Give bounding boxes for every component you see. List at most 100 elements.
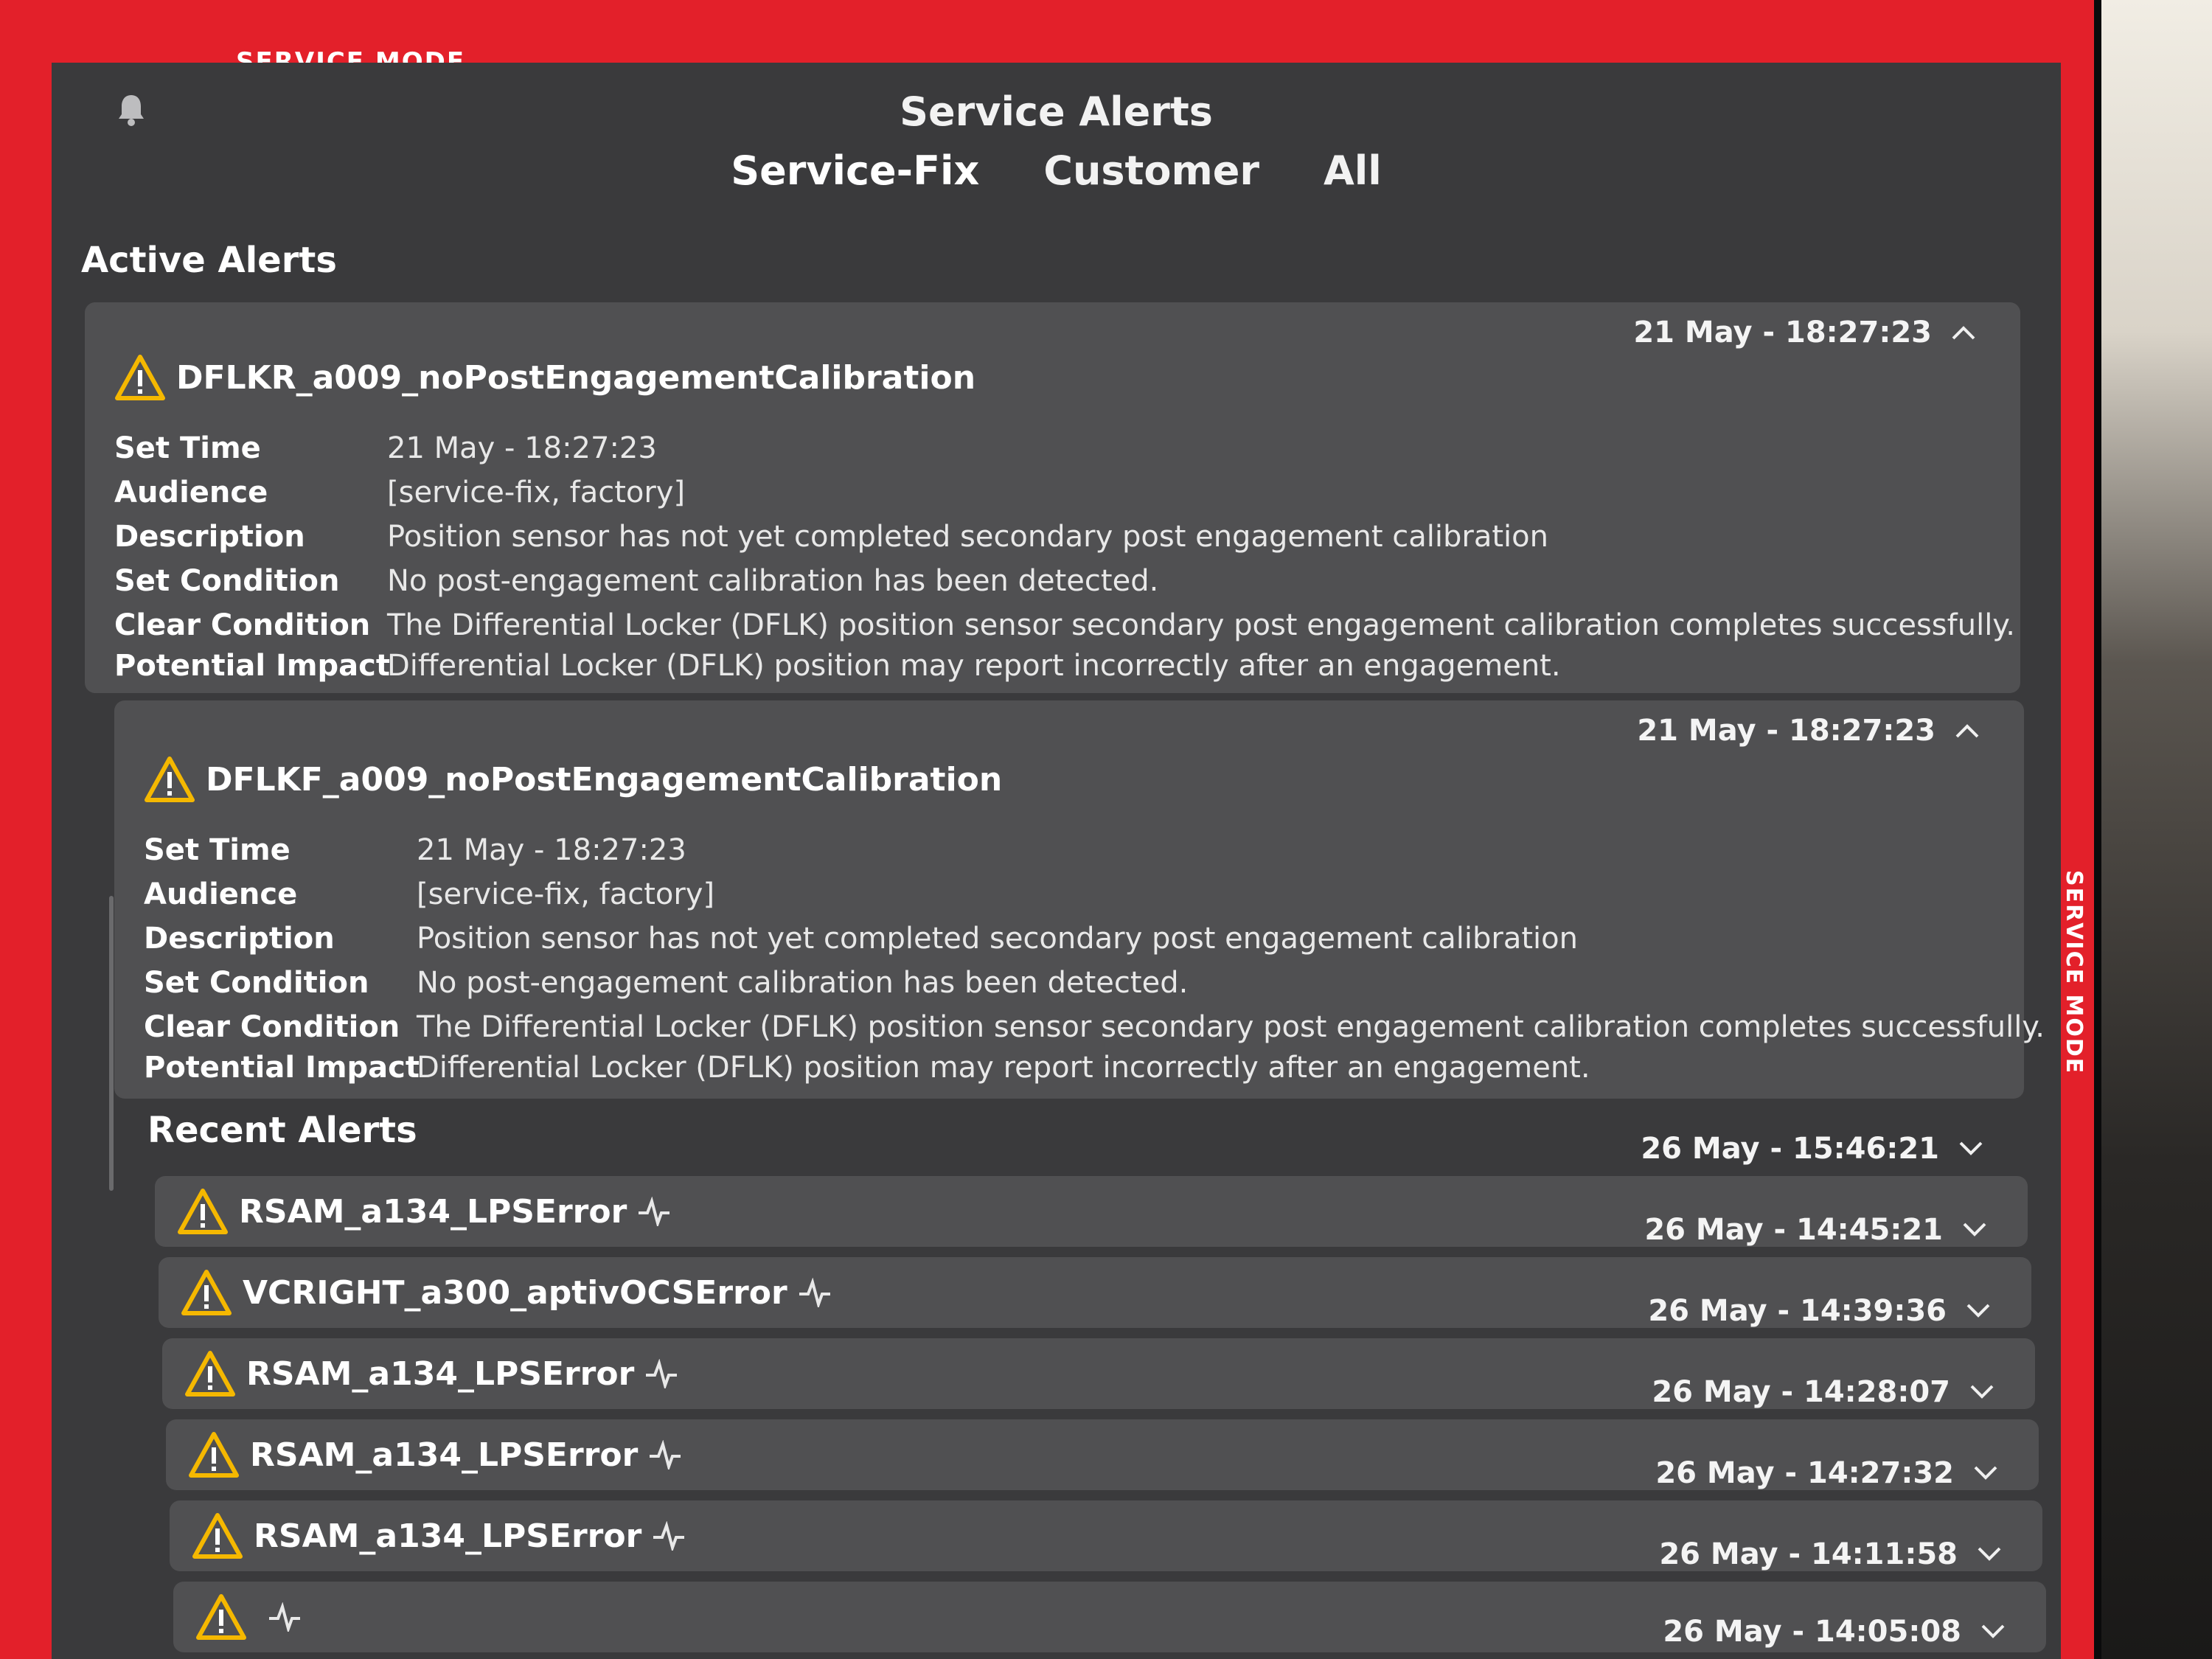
field-value: [service-fix, factory] xyxy=(417,877,715,911)
field-key: Clear Condition xyxy=(144,1010,400,1044)
warning-icon xyxy=(192,1513,243,1559)
recent-alert-timestamp-row: 26 May - 14:28:07 xyxy=(1652,1375,1994,1409)
pulse-icon xyxy=(646,1359,678,1388)
scrollbar[interactable] xyxy=(109,896,114,1191)
field-key: Clear Condition xyxy=(114,608,371,642)
chevron-down-icon[interactable] xyxy=(1973,1465,1998,1481)
alert-field-row: Clear Condition The Differential Locker (… xyxy=(144,1010,2045,1044)
recent-alert-title: RSAM_a134_LPSError xyxy=(184,1350,678,1397)
recent-alert-title: VCRIGHT_a300_aptivOCSError xyxy=(181,1269,832,1316)
page-title: Service Alerts xyxy=(900,88,1213,135)
chevron-down-icon[interactable] xyxy=(1977,1546,2002,1562)
alert-timestamp: 26 May - 14:27:32 xyxy=(1655,1456,1954,1490)
alert-field-row: Description Position sensor has not yet c… xyxy=(144,922,1578,956)
active-alerts-heading: Active Alerts xyxy=(81,240,337,281)
warning-icon xyxy=(181,1270,232,1315)
field-value: Position sensor has not yet completed se… xyxy=(417,922,1578,956)
field-value: 21 May - 18:27:23 xyxy=(417,833,686,867)
chevron-up-icon[interactable] xyxy=(1955,723,1980,739)
alert-timestamp: 26 May - 15:46:21 xyxy=(1641,1132,1939,1166)
alert-timestamp-row: 21 May - 18:27:23 xyxy=(1633,316,1976,349)
chevron-up-icon[interactable] xyxy=(1951,324,1976,341)
active-alert-card[interactable]: 21 May - 18:27:23 DFLKR_a009_noPostEngag… xyxy=(85,302,2020,693)
alert-timestamp: 26 May - 14:11:58 xyxy=(1659,1537,1958,1571)
tab-customer[interactable]: Customer xyxy=(1039,147,1264,194)
field-value: The Differential Locker (DFLK) position … xyxy=(417,1010,2045,1044)
warning-icon xyxy=(115,355,165,400)
alert-timestamp: 26 May - 14:28:07 xyxy=(1652,1375,1950,1409)
field-value: [service-fix, factory] xyxy=(387,476,686,509)
warning-icon xyxy=(185,1351,235,1397)
field-key: Set Condition xyxy=(114,564,340,598)
field-value: 21 May - 18:27:23 xyxy=(387,431,657,465)
service-mode-frame: SERVICE MODE SERVICE MODE Service Alerts… xyxy=(0,0,2094,1659)
pulse-icon xyxy=(650,1440,681,1470)
alert-timestamp-row: 21 May - 18:27:23 xyxy=(1637,714,1980,748)
field-key: Audience xyxy=(114,476,268,509)
field-key: Set Condition xyxy=(144,966,369,1000)
warning-icon xyxy=(196,1594,246,1640)
tab-all[interactable]: All xyxy=(1319,147,1386,194)
alert-field-row: Audience [service-fix, factory] xyxy=(144,877,714,911)
field-key: Potential Impact xyxy=(114,649,391,683)
alert-field-row: Audience [service-fix, factory] xyxy=(114,476,685,509)
warning-icon xyxy=(178,1189,228,1234)
recent-alert-title xyxy=(195,1593,302,1641)
alert-timestamp: 26 May - 14:39:36 xyxy=(1648,1294,1947,1328)
alert-field-row: Set Time 21 May - 18:27:23 xyxy=(114,431,657,465)
alert-field-row: Description Position sensor has not yet c… xyxy=(114,520,1548,554)
alert-name: RSAM_a134_LPSError xyxy=(246,1354,635,1393)
field-key: Description xyxy=(114,520,305,554)
recent-alert-title: RSAM_a134_LPSError xyxy=(188,1431,682,1478)
recent-alert-timestamp-row: 26 May - 14:45:21 xyxy=(1644,1213,1987,1247)
alert-name: DFLKF_a009_noPostEngagementCalibration xyxy=(206,760,1003,799)
field-key: Audience xyxy=(144,877,298,911)
alert-field-row: Clear Condition The Differential Locker (… xyxy=(114,608,2015,642)
filter-tabs: Service-Fix Customer All xyxy=(52,147,2061,194)
recent-alert-timestamp-row: 26 May - 14:05:08 xyxy=(1663,1615,2006,1649)
chevron-down-icon[interactable] xyxy=(1958,1141,1983,1157)
alert-name: RSAM_a134_LPSError xyxy=(239,1192,627,1231)
alert-field-row: Set Condition No post-engagement calibrat… xyxy=(144,966,1188,1000)
alert-timestamp: 26 May - 14:45:21 xyxy=(1644,1213,1943,1247)
alert-timestamp: 21 May - 18:27:23 xyxy=(1633,316,1932,349)
field-key: Set Time xyxy=(144,833,291,867)
chevron-down-icon[interactable] xyxy=(1966,1303,1991,1319)
pulse-icon xyxy=(639,1197,670,1226)
recent-alert-timestamp-row: 26 May - 14:39:36 xyxy=(1648,1294,1991,1328)
field-key: Potential Impact xyxy=(144,1051,420,1085)
alert-name: RSAM_a134_LPSError xyxy=(250,1436,639,1474)
alert-title: DFLKF_a009_noPostEngagementCalibration xyxy=(144,756,1002,803)
field-value: Differential Locker (DFLK) position may … xyxy=(387,649,1561,683)
recent-alert-timestamp-row: 26 May - 14:11:58 xyxy=(1659,1537,2002,1571)
background-environment xyxy=(2101,0,2212,1659)
pulse-icon xyxy=(799,1278,830,1307)
alert-name: RSAM_a134_LPSError xyxy=(254,1517,642,1555)
recent-alert-title: RSAM_a134_LPSError xyxy=(177,1188,671,1235)
pulse-icon xyxy=(269,1602,300,1632)
chevron-down-icon[interactable] xyxy=(1980,1624,2006,1640)
field-value: No post-engagement calibration has been … xyxy=(417,966,1189,1000)
field-key: Description xyxy=(144,922,335,956)
pulse-icon xyxy=(653,1521,685,1551)
alert-name: DFLKR_a009_noPostEngagementCalibration xyxy=(176,358,976,397)
warning-icon xyxy=(189,1432,239,1478)
alert-field-row: Potential Impact Differential Locker (DFL… xyxy=(114,649,1561,683)
tab-service-fix[interactable]: Service-Fix xyxy=(726,147,984,194)
alert-timestamp: 26 May - 14:05:08 xyxy=(1663,1615,1961,1649)
recent-alert-title: RSAM_a134_LPSError xyxy=(192,1512,686,1559)
field-value: Position sensor has not yet completed se… xyxy=(387,520,1548,554)
recent-alerts-heading: Recent Alerts xyxy=(147,1110,417,1151)
chevron-down-icon[interactable] xyxy=(1969,1384,1994,1400)
warning-icon xyxy=(145,757,195,802)
alert-field-row: Set Condition No post-engagement calibrat… xyxy=(114,564,1158,598)
recent-alert-timestamp-row: 26 May - 14:27:32 xyxy=(1655,1456,1998,1490)
active-alert-card[interactable]: 21 May - 18:27:23 DFLKF_a009_noPostEngag… xyxy=(114,700,2045,1099)
recent-alert-timestamp-row: 26 May - 15:46:21 xyxy=(1641,1132,1983,1166)
alert-name: VCRIGHT_a300_aptivOCSError xyxy=(243,1273,787,1312)
chevron-down-icon[interactable] xyxy=(1962,1222,1987,1238)
alert-field-row: Set Time 21 May - 18:27:23 xyxy=(144,833,686,867)
alert-timestamp: 21 May - 18:27:23 xyxy=(1637,714,1935,748)
alert-title: DFLKR_a009_noPostEngagementCalibration xyxy=(114,354,975,401)
field-value: The Differential Locker (DFLK) position … xyxy=(387,608,2015,642)
